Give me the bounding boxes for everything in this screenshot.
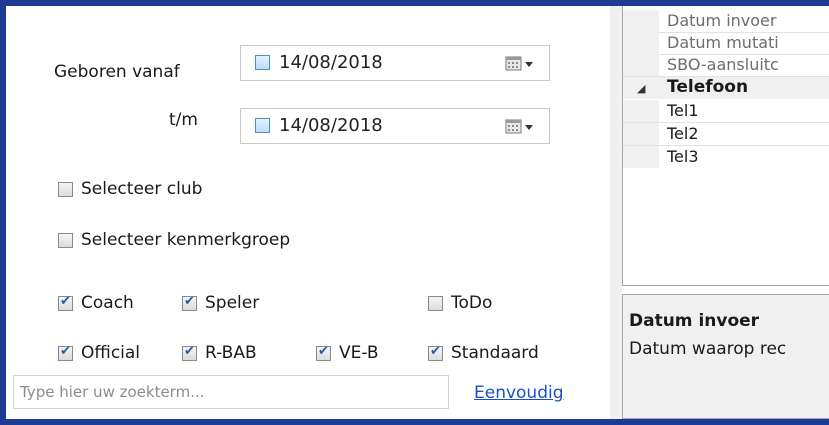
row-gutter bbox=[623, 32, 659, 54]
role-label: Speler bbox=[205, 293, 260, 313]
property-row[interactable]: Datum invoer bbox=[623, 10, 829, 33]
property-label: Datum invoer bbox=[667, 11, 777, 30]
role-rbab-checkbox[interactable]: R-BAB bbox=[182, 343, 257, 363]
until-value: 14/08/2018 bbox=[279, 115, 383, 136]
calendar-dropdown-icon[interactable] bbox=[505, 56, 535, 72]
born-from-label: Geboren vanaf bbox=[54, 62, 180, 82]
checkbox-box[interactable] bbox=[182, 294, 197, 311]
select-club-label: Selecteer club bbox=[81, 179, 203, 199]
role-veb-checkbox[interactable]: VE-B bbox=[316, 343, 379, 363]
row-gutter bbox=[623, 123, 659, 145]
role-label: ToDo bbox=[451, 293, 493, 313]
property-row[interactable]: Tel2 bbox=[623, 123, 829, 146]
property-category-row[interactable]: ◢ Telefoon bbox=[623, 77, 829, 99]
checkbox-box[interactable] bbox=[58, 181, 73, 197]
property-label: SBO-aansluitc bbox=[667, 55, 779, 74]
search-input[interactable] bbox=[13, 375, 449, 409]
description-body: Datum waarop rec bbox=[629, 339, 787, 359]
role-label: Standaard bbox=[451, 343, 539, 363]
role-official-checkbox[interactable]: Official bbox=[58, 343, 140, 363]
checkbox-box[interactable] bbox=[58, 232, 73, 248]
role-label: Official bbox=[81, 343, 141, 363]
property-label: Tel3 bbox=[667, 147, 699, 166]
checkbox-box[interactable] bbox=[182, 344, 197, 361]
calendar-dropdown-icon[interactable] bbox=[505, 119, 535, 135]
property-label: Tel1 bbox=[667, 101, 699, 120]
select-group-checkbox[interactable]: Selecteer kenmerkgroep bbox=[58, 230, 290, 250]
checkbox-box[interactable] bbox=[428, 344, 443, 361]
category-label: Telefoon bbox=[667, 77, 749, 97]
born-from-value: 14/08/2018 bbox=[279, 52, 383, 73]
description-title: Datum invoer bbox=[629, 311, 760, 331]
property-label: Tel2 bbox=[667, 124, 699, 143]
filter-panel: Geboren vanaf 14/08/2018 t/m 14/08/2018 … bbox=[6, 6, 608, 413]
role-coach-checkbox[interactable]: Coach bbox=[58, 293, 134, 313]
checkbox-box[interactable] bbox=[58, 344, 73, 361]
role-label: VE-B bbox=[339, 343, 379, 363]
property-row[interactable]: SBO-aansluitc bbox=[623, 54, 829, 77]
row-gutter bbox=[623, 10, 659, 32]
row-gutter bbox=[623, 54, 659, 76]
simple-mode-link[interactable]: Eenvoudig bbox=[474, 383, 564, 403]
role-todo-checkbox[interactable]: ToDo bbox=[428, 293, 492, 313]
property-label: Datum mutati bbox=[667, 33, 779, 52]
role-label: R-BAB bbox=[205, 343, 257, 363]
property-description-pane: Datum invoer Datum waarop rec bbox=[622, 294, 829, 419]
row-gutter bbox=[623, 146, 659, 168]
until-enable-checkbox[interactable] bbox=[255, 118, 270, 133]
select-club-checkbox[interactable]: Selecteer club bbox=[58, 179, 202, 199]
collapse-triangle-icon[interactable]: ◢ bbox=[637, 82, 645, 95]
until-datepicker[interactable]: 14/08/2018 bbox=[240, 108, 550, 144]
select-group-label: Selecteer kenmerkgroep bbox=[81, 230, 291, 250]
panel-splitter[interactable] bbox=[610, 6, 622, 419]
role-label: Coach bbox=[81, 293, 134, 313]
checkbox-box[interactable] bbox=[58, 294, 73, 311]
born-from-datepicker[interactable]: 14/08/2018 bbox=[240, 45, 550, 81]
property-row[interactable]: Tel1 bbox=[623, 100, 829, 123]
role-standaard-checkbox[interactable]: Standaard bbox=[428, 343, 539, 363]
born-from-enable-checkbox[interactable] bbox=[255, 55, 270, 70]
checkbox-box[interactable] bbox=[428, 295, 443, 311]
properties-panel: Datum invoer Datum mutati SBO-aansluitc … bbox=[622, 6, 829, 419]
until-label: t/m bbox=[169, 110, 198, 130]
role-speler-checkbox[interactable]: Speler bbox=[182, 293, 259, 313]
property-row[interactable]: Datum mutati bbox=[623, 32, 829, 55]
property-grid[interactable]: Datum invoer Datum mutati SBO-aansluitc … bbox=[622, 6, 829, 286]
checkbox-box[interactable] bbox=[316, 344, 331, 361]
property-row[interactable]: Tel3 bbox=[623, 146, 829, 168]
row-gutter bbox=[623, 100, 659, 122]
